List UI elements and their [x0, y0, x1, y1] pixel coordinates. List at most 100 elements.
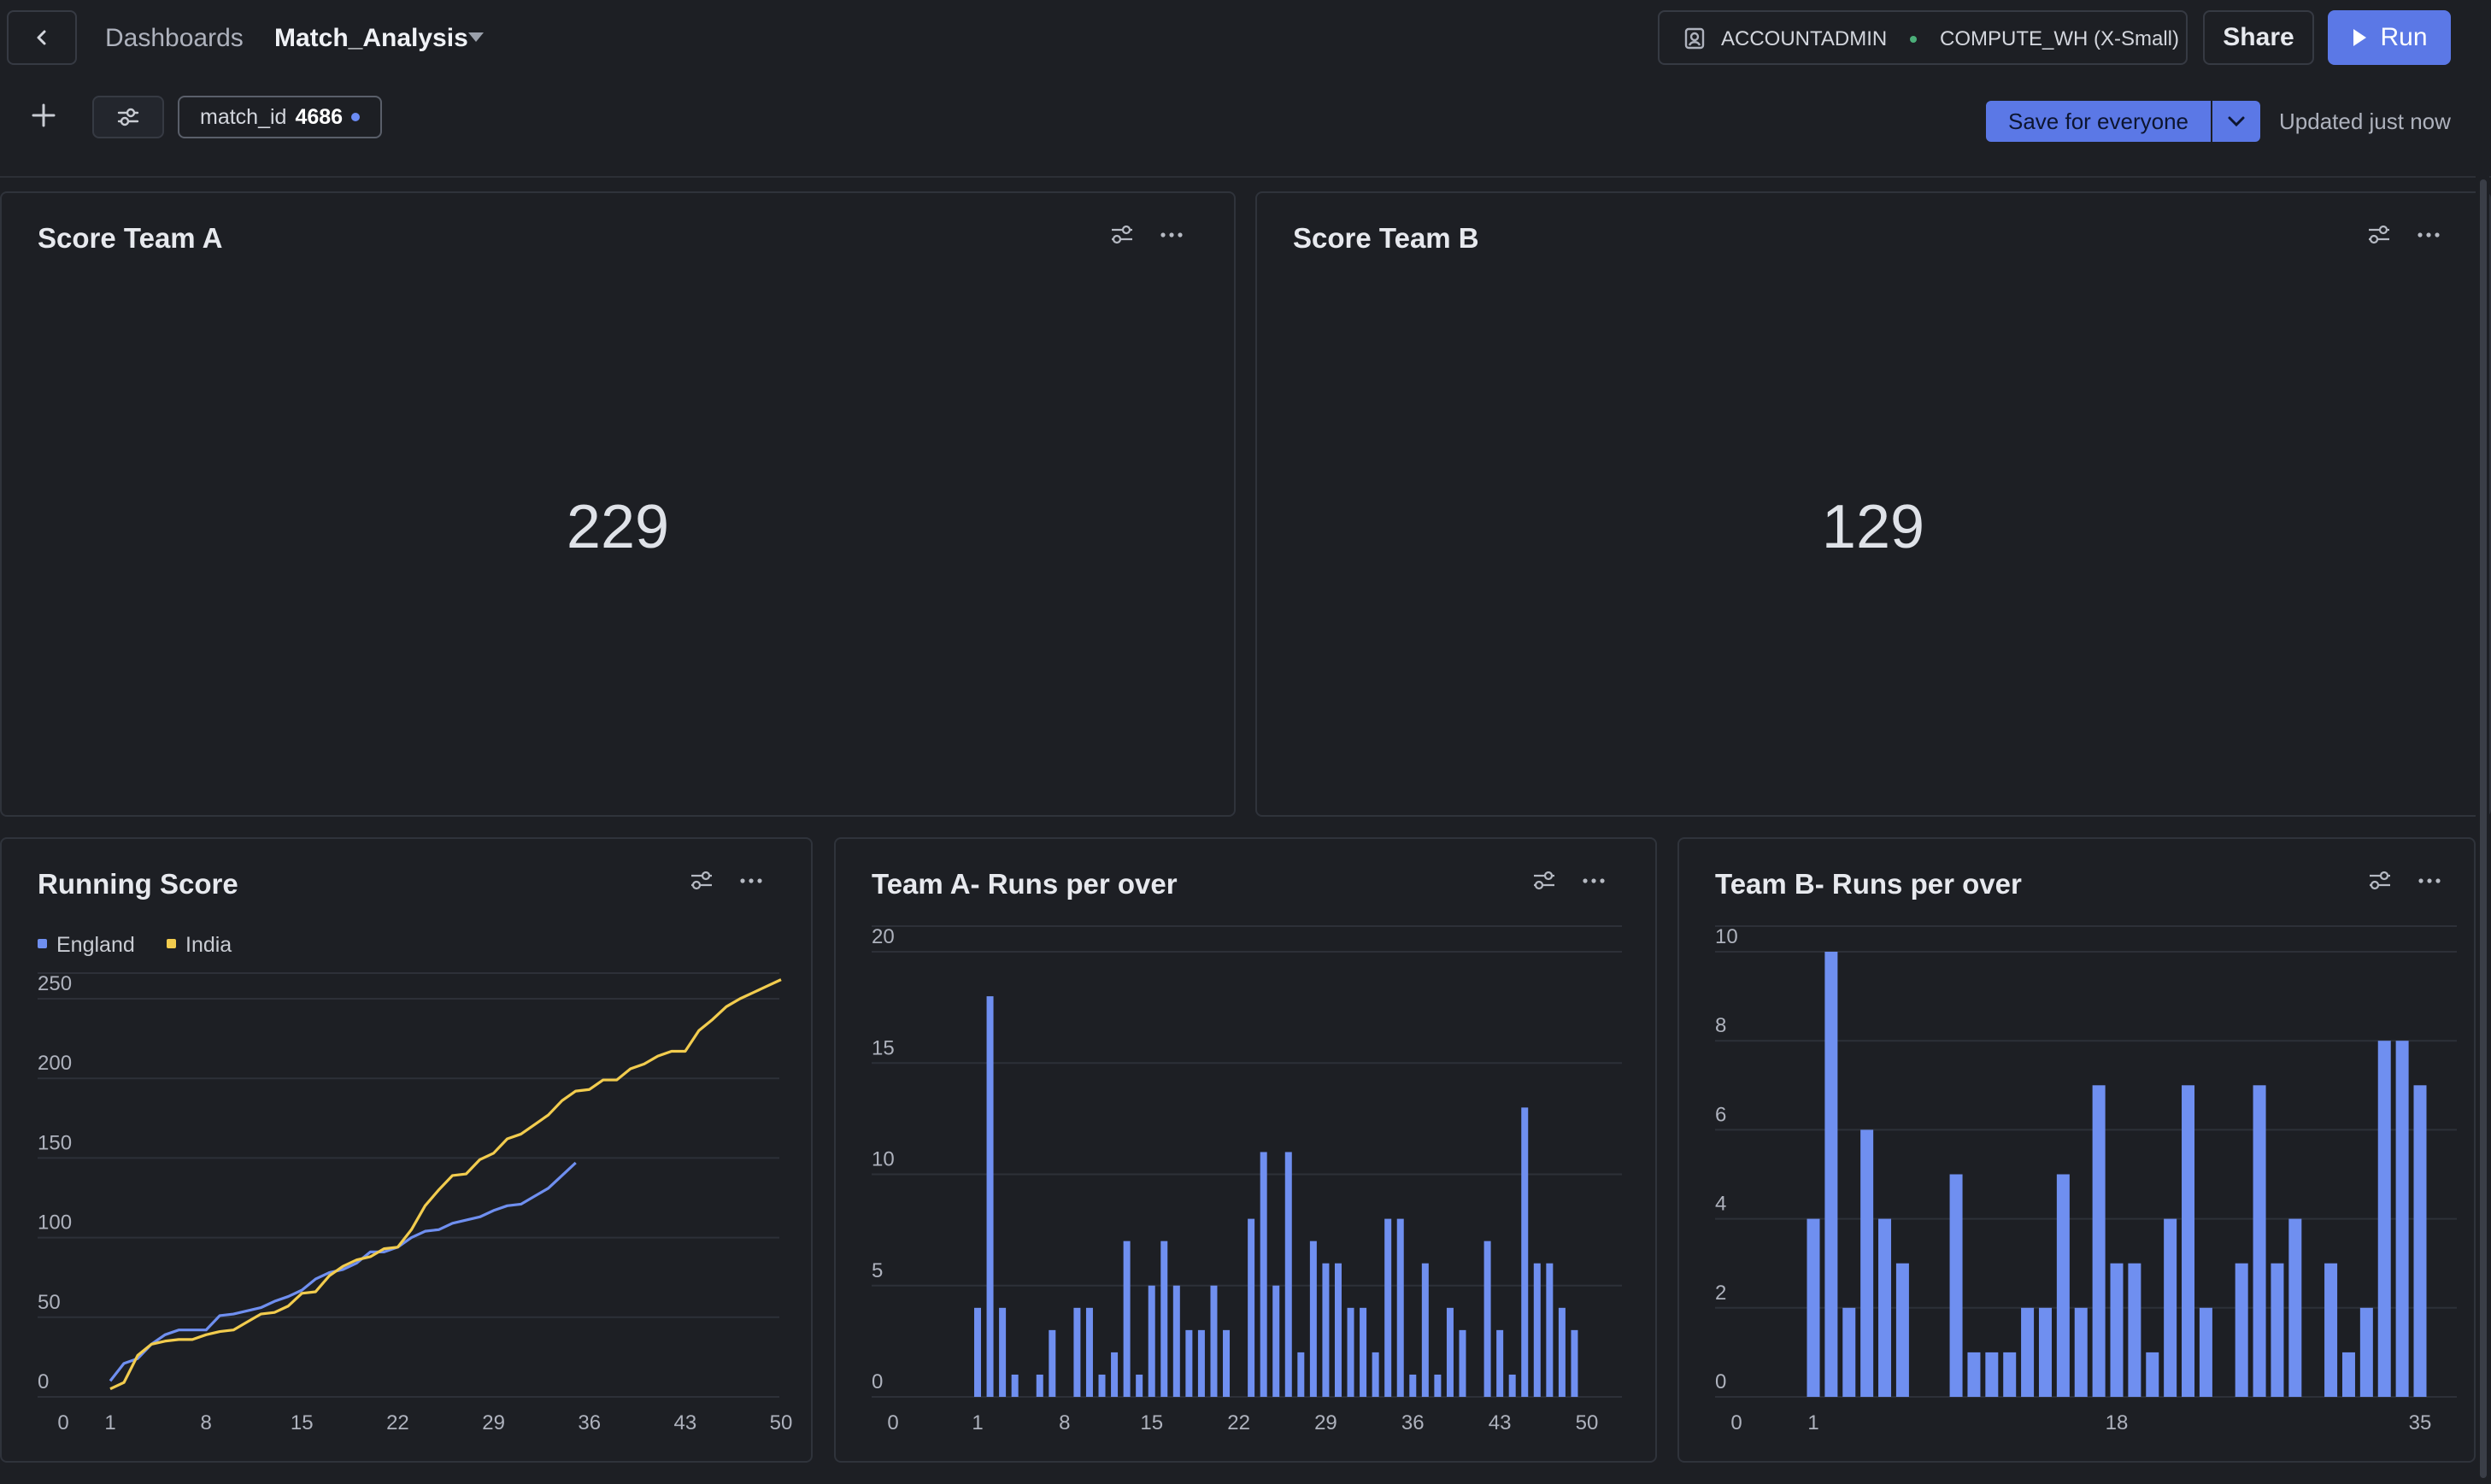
- bar: [1571, 1329, 1578, 1397]
- bar: [1533, 1263, 1541, 1397]
- x-tick-label: 29: [1314, 1411, 1337, 1434]
- chevron-down-icon: [2228, 116, 2245, 127]
- bar: [1434, 1374, 1442, 1397]
- bar: [1508, 1374, 1516, 1397]
- bar: [1136, 1374, 1143, 1397]
- y-tick-label: 15: [872, 1036, 895, 1059]
- x-tick-label: 0: [57, 1411, 68, 1434]
- x-tick-label: 0: [1730, 1411, 1742, 1434]
- breadcrumb-dashboards[interactable]: Dashboards: [105, 24, 244, 53]
- bar: [2092, 1085, 2106, 1397]
- save-options-dropdown[interactable]: [2212, 101, 2260, 142]
- legend-label: India: [185, 933, 232, 957]
- more-options-icon[interactable]: [1159, 222, 1184, 248]
- bar: [2253, 1085, 2266, 1397]
- y-tick-label: 2: [1715, 1282, 1726, 1305]
- panel-actions: [2366, 222, 2441, 248]
- x-tick-label: 8: [1059, 1411, 1070, 1434]
- bar: [1049, 1329, 1056, 1397]
- bar: [1248, 1218, 1255, 1397]
- more-options-icon[interactable]: [2416, 222, 2441, 248]
- bar: [1421, 1263, 1429, 1397]
- panel-actions: [1109, 222, 1184, 248]
- y-tick-label: 0: [38, 1370, 49, 1393]
- x-tick-label: 35: [2409, 1411, 2432, 1434]
- panel-title: Score Team A: [38, 222, 223, 254]
- y-tick-label: 200: [38, 1052, 72, 1075]
- bar: [974, 1307, 981, 1397]
- bar: [1334, 1263, 1342, 1397]
- bar: [1409, 1374, 1417, 1397]
- bar: [1967, 1352, 1981, 1397]
- y-tick-label: 8: [1715, 1014, 1726, 1037]
- panel-running-score: Running Score 0 50 100 150 200 250 0 1 8 15 22 29 36…: [0, 837, 813, 1463]
- x-tick-label: 36: [578, 1411, 601, 1434]
- bar: [1496, 1329, 1504, 1397]
- bar: [2271, 1263, 2284, 1397]
- x-tick-label: 22: [1227, 1411, 1250, 1434]
- bar: [1085, 1307, 1093, 1397]
- filter-active-dot: [351, 113, 361, 121]
- legend-label: England: [56, 933, 135, 957]
- bar: [1546, 1263, 1554, 1397]
- back-button[interactable]: [7, 10, 77, 65]
- save-for-everyone-button[interactable]: Save for everyone: [1986, 101, 2211, 142]
- bar: [2235, 1263, 2248, 1397]
- bar: [1384, 1218, 1392, 1397]
- plus-icon[interactable]: [29, 101, 58, 130]
- filter-settings-button[interactable]: [92, 96, 164, 138]
- panel-score-team-a: Score Team A 229: [0, 191, 1236, 817]
- bar: [1322, 1263, 1330, 1397]
- y-tick-label: 50: [38, 1291, 61, 1314]
- y-tick-label: 10: [1715, 925, 1738, 948]
- share-button[interactable]: Share: [2203, 10, 2314, 65]
- bar: [1860, 1129, 1874, 1397]
- bar: [1111, 1352, 1119, 1397]
- scrollbar-thumb[interactable]: [2480, 179, 2487, 1478]
- x-tick-label: 50: [770, 1411, 793, 1434]
- chevron-left-icon: [37, 30, 46, 45]
- bar: [1949, 1174, 1963, 1397]
- bar: [2199, 1307, 2212, 1397]
- filter-chip-match-id[interactable]: match_id 4686: [178, 96, 383, 138]
- bar: [1297, 1352, 1305, 1397]
- bar: [1459, 1329, 1466, 1397]
- bar: [1260, 1152, 1267, 1397]
- bar: [1223, 1329, 1231, 1397]
- bar: [1123, 1241, 1131, 1397]
- x-tick-label: 8: [200, 1411, 211, 1434]
- x-tick-label: 50: [1576, 1411, 1599, 1434]
- legend-swatch: [38, 939, 47, 948]
- bar: [1372, 1352, 1379, 1397]
- caret-down-icon[interactable]: [468, 32, 484, 42]
- bar: [2110, 1263, 2124, 1397]
- user-icon: [1684, 27, 1705, 50]
- run-label: Run: [2380, 23, 2428, 51]
- bar: [1521, 1107, 1529, 1397]
- updated-status: Updated just now: [2279, 109, 2451, 134]
- bar: [1360, 1307, 1367, 1397]
- y-tick-label: 100: [38, 1211, 72, 1235]
- filter-chip-key: match_id: [200, 104, 287, 129]
- bar: [2128, 1263, 2141, 1397]
- bar: [1483, 1241, 1491, 1397]
- panel-score-team-b: Score Team B 129: [1255, 191, 2491, 817]
- run-button[interactable]: Run: [2328, 10, 2451, 65]
- x-tick-label: 43: [1489, 1411, 1512, 1434]
- chart-settings-icon[interactable]: [1109, 222, 1135, 248]
- score-value: 229: [566, 493, 670, 561]
- chart-settings-icon[interactable]: [2366, 222, 2392, 248]
- dashboard-title[interactable]: Match_Analysis: [274, 24, 468, 53]
- bar: [1098, 1374, 1106, 1397]
- sliders-icon: [117, 108, 139, 126]
- bar: [1396, 1218, 1404, 1397]
- role-label: ACCOUNTADMIN: [1721, 27, 1888, 50]
- bar: [2288, 1218, 2302, 1397]
- y-tick-label: 5: [872, 1259, 883, 1282]
- x-tick-label: 29: [482, 1411, 505, 1434]
- bar: [986, 996, 994, 1397]
- x-tick-label: 36: [1401, 1411, 1425, 1434]
- bar: [1073, 1307, 1081, 1397]
- x-tick-label: 1: [104, 1411, 115, 1434]
- context-selector[interactable]: ACCOUNTADMIN COMPUTE_WH (X-Small): [1658, 10, 2188, 65]
